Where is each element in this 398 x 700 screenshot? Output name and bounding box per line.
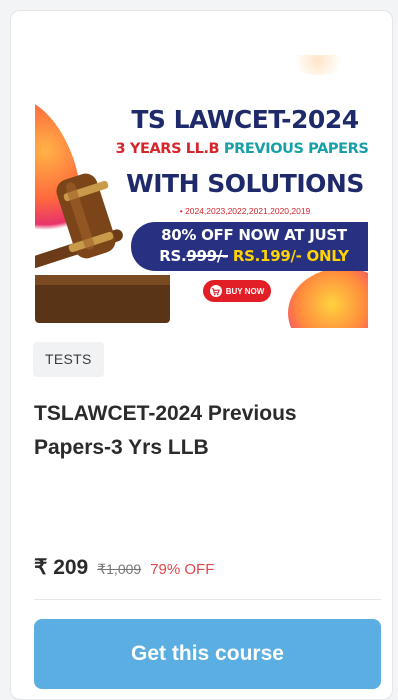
course-title[interactable]: TSLAWCET-2024 Previous Papers-3 Yrs LLB — [34, 397, 354, 465]
banner-subtitle-teal: PREVIOUS PAPERS — [223, 141, 368, 157]
offer-old-price: RS.999/- — [159, 247, 228, 265]
course-banner-image[interactable]: TS LAWCET-2024 3 YEARS LL.B PREVIOUS PAP… — [35, 55, 368, 328]
offer-line-2: RS.999/- RS.199/- ONLY — [131, 247, 368, 265]
original-price: ₹1,009 — [97, 561, 142, 577]
price-row: ₹ 209 ₹1,009 79% OFF — [34, 555, 214, 580]
decorative-swoosh-right — [288, 268, 368, 328]
banner-with-solutions: WITH SOLUTIONS — [126, 169, 364, 198]
banner-title: TS LAWCET-2024 — [131, 105, 359, 134]
banner-years: • 2024,2023,2022,2021,2020,2019 — [179, 206, 311, 216]
buy-now-badge: BUY NOW — [203, 280, 271, 302]
category-tag: TESTS — [33, 342, 104, 377]
current-price: ₹ 209 — [34, 556, 89, 579]
discount-label: 79% OFF — [150, 561, 215, 578]
banner-subtitle: 3 YEARS LL.B PREVIOUS PAPERS — [107, 141, 368, 157]
cart-icon — [209, 285, 222, 297]
decorative-swoosh-top — [288, 55, 348, 75]
get-course-button[interactable]: Get this course — [34, 619, 381, 689]
course-card[interactable]: TS LAWCET-2024 3 YEARS LL.B PREVIOUS PAP… — [10, 10, 393, 700]
banner-subtitle-red: 3 YEARS LL.B — [115, 141, 220, 157]
banner-offer-box: 80% OFF NOW AT JUST RS.999/- RS.199/- ON… — [131, 222, 368, 271]
offer-new-price: RS.199/- ONLY — [232, 247, 349, 265]
offer-line-1: 80% OFF NOW AT JUST — [161, 226, 347, 244]
buy-now-label: BUY NOW — [225, 286, 265, 296]
divider — [34, 599, 381, 600]
